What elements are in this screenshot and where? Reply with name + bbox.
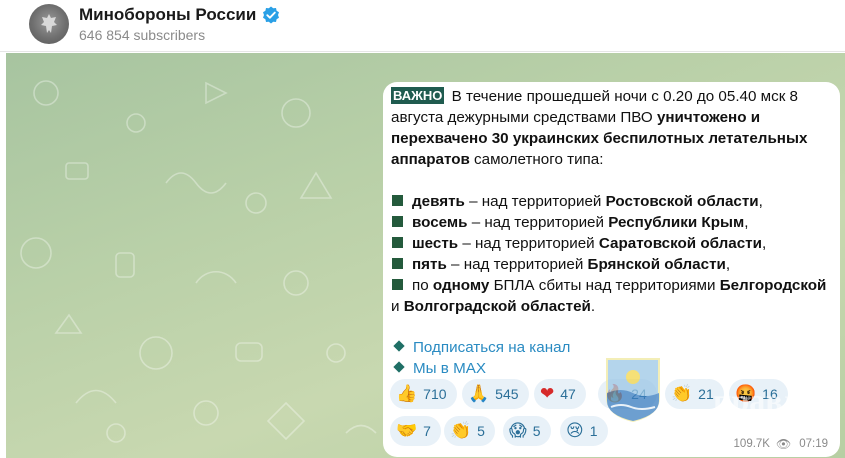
view-count: 109.7K: [733, 438, 770, 450]
watermark-text-2: правда: [713, 382, 814, 418]
list-item: пять – над территорией Брянской области,: [391, 254, 831, 275]
heart-icon: ❤: [540, 384, 555, 404]
watermark-url: www.volgoproda.ru: [613, 432, 707, 444]
bullet-square-icon: [392, 279, 403, 290]
reaction-scream[interactable]: 😱 5: [503, 416, 551, 446]
bullet-square-icon: [392, 216, 403, 227]
message-links: Подписаться на канал Мы в MAX: [391, 337, 570, 379]
list-item: по одному БПЛА сбиты над территориями Бе…: [391, 277, 827, 315]
watermark-crest-icon: [606, 358, 660, 423]
reaction-pray[interactable]: 🙏 545: [462, 379, 529, 409]
bullet-square-icon: [392, 195, 403, 206]
verified-icon: [263, 6, 280, 24]
pray-icon: 🙏: [468, 384, 490, 404]
message-text: ВАЖНО В течение прошедшей ночи с 0.20 до…: [391, 86, 831, 317]
diamond-bullet-icon: [393, 340, 405, 352]
clap-icon: 👏: [671, 384, 693, 404]
channel-avatar[interactable]: [29, 4, 69, 44]
thumbs-up-icon: 👍: [396, 384, 418, 404]
watermark-text-1: Волжская: [668, 353, 811, 386]
eye-icon: 👁: [775, 437, 792, 451]
message-meta: 109.7K 👁 07:19: [734, 437, 828, 451]
reaction-thumbs-up[interactable]: 👍 710: [390, 379, 457, 409]
subscribe-link[interactable]: Подписаться на канал: [413, 339, 570, 356]
diamond-bullet-icon: [393, 361, 405, 373]
list-item: восемь – над территорией Республики Крым…: [391, 212, 831, 233]
list-item: девять – над территорией Ростовской обла…: [391, 191, 831, 212]
reaction-handshake[interactable]: 🤝 7: [390, 416, 441, 446]
bullet-square-icon: [392, 237, 403, 248]
reaction-cry[interactable]: 😢 1: [560, 416, 608, 446]
scream-face-icon: 😱: [509, 421, 527, 441]
bullet-square-icon: [392, 258, 403, 269]
reaction-heart[interactable]: ❤ 47: [534, 379, 586, 409]
list-item: шесть – над территорией Саратовской обла…: [391, 233, 831, 254]
crying-face-icon: 😢: [566, 421, 584, 441]
emblem-icon: [41, 14, 57, 33]
channel-title[interactable]: Минобороны России: [79, 5, 256, 25]
clap-icon: 👏: [450, 421, 472, 441]
message-time: 07:19: [799, 438, 828, 450]
important-badge: ВАЖНО: [391, 87, 445, 104]
channel-header: Минобороны России 646 854 subscribers: [0, 0, 845, 52]
max-link[interactable]: Мы в MAX: [413, 360, 486, 377]
subscriber-count: 646 854 subscribers: [79, 27, 206, 43]
reaction-clap-2[interactable]: 👏 5: [444, 416, 495, 446]
message-intro-end: самолетного типа:: [469, 151, 604, 168]
handshake-icon: 🤝: [396, 421, 418, 441]
